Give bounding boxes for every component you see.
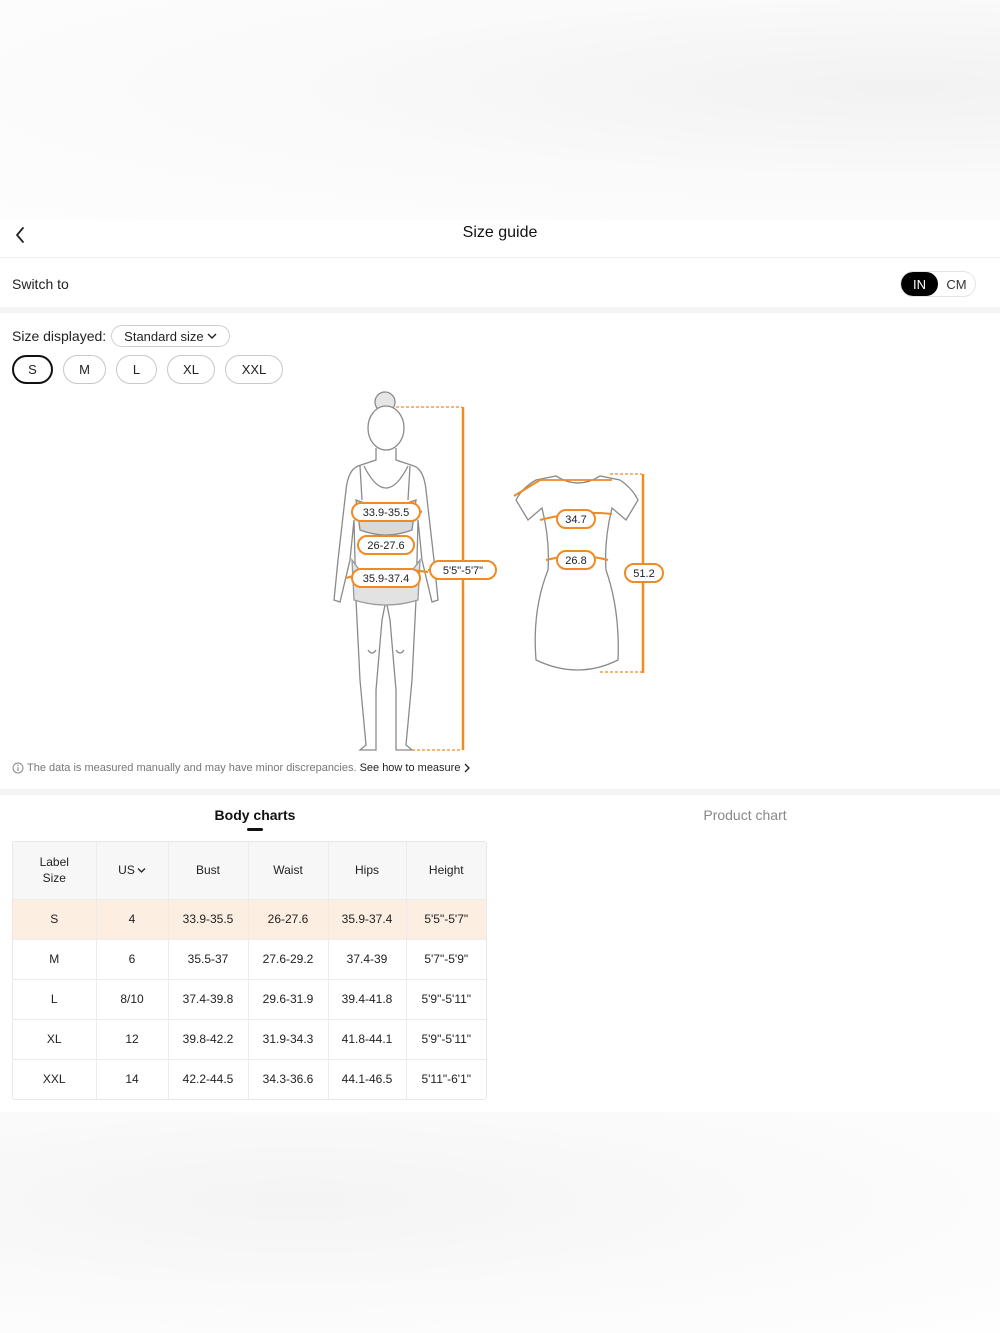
how-to-measure-label: See how to measure xyxy=(359,762,461,774)
tab-product-chart[interactable]: Product chart xyxy=(670,807,820,823)
cell-bust: 42.2-44.5 xyxy=(168,1059,249,1099)
switch-label: Switch to xyxy=(12,276,69,292)
header-bust: Bust xyxy=(168,842,249,900)
cell-hips: 37.4-39 xyxy=(328,939,407,980)
cell-height: 5'9"-5'11" xyxy=(406,1019,486,1060)
cell-bust: 39.8-42.2 xyxy=(168,1019,249,1060)
measurement-disclaimer: The data is measured manually and may ha… xyxy=(12,762,471,774)
size-standard-dropdown[interactable]: Standard size xyxy=(111,325,230,347)
cell-us: 6 xyxy=(96,939,169,980)
cell-height: 5'5"-5'7" xyxy=(406,899,486,940)
cell-hips: 41.8-44.1 xyxy=(328,1019,407,1060)
section-divider xyxy=(0,307,1000,313)
cell-label-size: S xyxy=(13,899,97,940)
svg-text:5'5"-5'7": 5'5"-5'7" xyxy=(443,565,483,577)
size-display-row: Size displayed: Standard size xyxy=(12,325,230,347)
svg-text:34.7: 34.7 xyxy=(565,514,586,526)
svg-text:33.9-35.5: 33.9-35.5 xyxy=(363,507,409,519)
size-chip-s[interactable]: S xyxy=(12,355,53,384)
size-chip-m[interactable]: M xyxy=(63,355,106,384)
size-chips: S M L XL XXL xyxy=(12,355,293,384)
cell-waist: 31.9-34.3 xyxy=(248,1019,329,1060)
label-waist-dress: 26.8 xyxy=(556,550,596,570)
dress-figure xyxy=(515,475,639,671)
table-row: S 4 33.9-35.5 26-27.6 35.9-37.4 5'5"-5'7… xyxy=(13,899,486,940)
header-height: Height xyxy=(406,842,486,900)
size-standard-value: Standard size xyxy=(124,328,204,344)
cell-label-size: XXL xyxy=(13,1059,97,1099)
table-row: M 6 35.5-37 27.6-29.2 37.4-39 5'7"-5'9" xyxy=(13,939,486,980)
table-row: XXL 14 42.2-44.5 34.3-36.6 44.1-46.5 5'1… xyxy=(13,1059,486,1099)
cell-us: 8/10 xyxy=(96,979,169,1020)
size-table: Label Size US Bust Waist Hips Height S 4… xyxy=(12,841,487,1100)
page-title: Size guide xyxy=(462,224,538,241)
table-row: L 8/10 37.4-39.8 29.6-31.9 39.4-41.8 5'9… xyxy=(13,979,486,1020)
unit-switch-row: Switch to xyxy=(0,259,1000,307)
chevron-right-icon xyxy=(464,763,471,773)
svg-text:51.2: 51.2 xyxy=(633,568,654,580)
header: Size guide xyxy=(0,220,1000,258)
label-length-dress: 51.2 xyxy=(624,563,664,583)
label-waist-body: 26-27.6 xyxy=(357,535,415,555)
how-to-measure-link[interactable]: See how to measure xyxy=(360,762,472,774)
cell-label-size: M xyxy=(13,939,97,980)
unit-cm-button[interactable]: CM xyxy=(938,272,975,296)
header-us[interactable]: US xyxy=(96,842,169,900)
cell-label-size: L xyxy=(13,979,97,1020)
table-header-row: Label Size US Bust Waist Hips Height xyxy=(13,842,486,900)
measurement-illustration: 33.9-35.5 26-27.6 35.9-37.4 5'5"-5'7" 34… xyxy=(333,391,664,751)
size-chip-xl[interactable]: XL xyxy=(167,355,215,384)
header-waist: Waist xyxy=(248,842,329,900)
unit-toggle[interactable]: IN CM xyxy=(900,271,976,297)
cell-bust: 37.4-39.8 xyxy=(168,979,249,1020)
label-bust-body: 33.9-35.5 xyxy=(351,502,421,522)
active-tab-indicator xyxy=(247,828,263,831)
cell-hips: 35.9-37.4 xyxy=(328,899,407,940)
tab-body-charts[interactable]: Body charts xyxy=(180,807,330,823)
svg-text:35.9-37.4: 35.9-37.4 xyxy=(363,573,409,585)
cell-us: 14 xyxy=(96,1059,169,1099)
unit-in-button[interactable]: IN xyxy=(901,272,938,296)
cell-us: 12 xyxy=(96,1019,169,1060)
cell-height: 5'9"-5'11" xyxy=(406,979,486,1020)
cell-us: 4 xyxy=(96,899,169,940)
cell-height: 5'11"-6'1" xyxy=(421,1072,472,1087)
svg-text:26-27.6: 26-27.6 xyxy=(367,540,404,552)
cell-waist: 29.6-31.9 xyxy=(248,979,329,1020)
blurred-background-top xyxy=(0,0,1000,220)
size-chip-l[interactable]: L xyxy=(116,355,157,384)
disclaimer-text: The data is measured manually and may ha… xyxy=(27,762,357,774)
header-hips: Hips xyxy=(328,842,407,900)
cell-bust: 35.5-37 xyxy=(168,939,249,980)
header-label-size: Label Size xyxy=(13,842,97,900)
cell-waist: 27.6-29.2 xyxy=(248,939,329,980)
size-displayed-label: Size displayed: xyxy=(12,328,107,344)
table-row: XL 12 39.8-42.2 31.9-34.3 41.8-44.1 5'9"… xyxy=(13,1019,486,1060)
blurred-background-bottom xyxy=(0,1112,1000,1333)
cell-hips: 39.4-41.8 xyxy=(328,979,407,1020)
label-bust-dress: 34.7 xyxy=(556,509,596,529)
section-divider xyxy=(0,789,1000,795)
info-icon xyxy=(12,762,24,774)
chevron-down-icon xyxy=(207,333,217,339)
svg-text:26.8: 26.8 xyxy=(565,555,586,567)
chart-tabs: Body charts Product chart xyxy=(0,797,1000,837)
label-height-body: 5'5"-5'7" xyxy=(429,560,497,580)
chevron-down-icon xyxy=(137,867,146,873)
cell-bust: 33.9-35.5 xyxy=(168,899,249,940)
size-chip-xxl[interactable]: XXL xyxy=(225,355,283,384)
cell-hips: 44.1-46.5 xyxy=(328,1059,407,1099)
cell-label-size: XL xyxy=(13,1019,97,1060)
cell-waist: 34.3-36.6 xyxy=(248,1059,329,1099)
label-hips-body: 35.9-37.4 xyxy=(351,568,421,588)
cell-height: 5'7"-5'9" xyxy=(406,939,486,980)
cell-waist: 26-27.6 xyxy=(248,899,329,940)
